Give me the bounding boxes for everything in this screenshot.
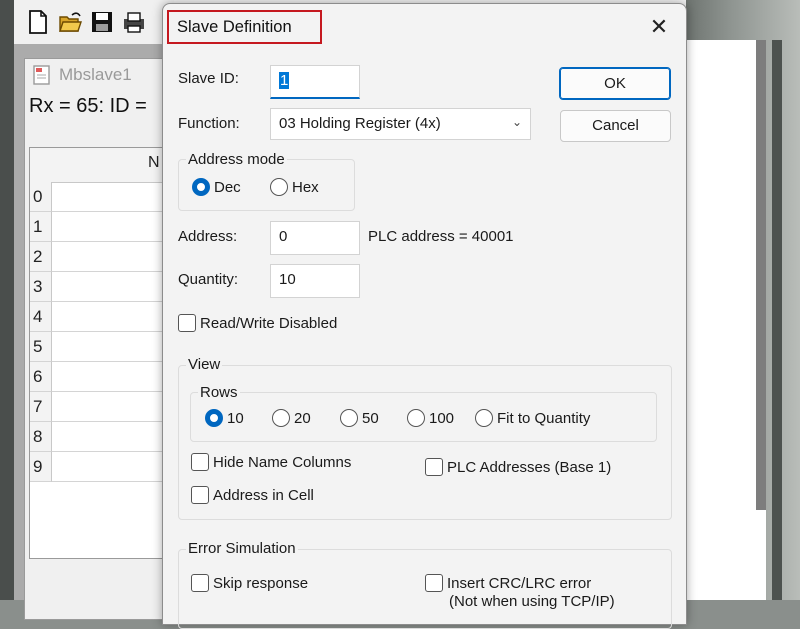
radio-rows-10-label: 10 <box>227 409 244 427</box>
grid-row-number[interactable]: 9 <box>30 452 52 482</box>
slave-id-value: 1 <box>279 72 290 89</box>
radio-rows-100-label: 100 <box>429 409 455 427</box>
insert-crc-label: Insert CRC/LRC error <box>447 574 592 592</box>
radio-rows-20-label: 20 <box>294 409 311 427</box>
radio-dot-selected <box>192 178 210 196</box>
skip-response-label: Skip response <box>213 574 309 592</box>
grid-row-number[interactable]: 4 <box>30 302 52 332</box>
radio-rows-50-label: 50 <box>362 409 379 427</box>
radio-rows-10[interactable]: 10 <box>205 409 244 427</box>
toolbar <box>14 0 174 45</box>
radio-rows-100[interactable]: 100 <box>407 409 454 427</box>
address-input[interactable]: 0 <box>270 221 360 255</box>
skip-response-checkbox[interactable]: Skip response <box>191 574 308 592</box>
open-folder-icon[interactable] <box>58 9 82 35</box>
plc-addresses-label: PLC Addresses (Base 1) <box>447 458 612 476</box>
close-icon[interactable]: ✕ <box>644 12 674 42</box>
grid-header-name: N <box>148 154 160 171</box>
right-panel <box>686 0 800 600</box>
grid-row-number[interactable]: 1 <box>30 212 52 242</box>
radio-dot <box>272 409 290 427</box>
hide-name-columns-checkbox[interactable]: Hide Name Columns <box>191 453 351 471</box>
read-write-disabled-checkbox[interactable]: Read/Write Disabled <box>178 314 337 332</box>
rows-label: Rows <box>198 384 240 401</box>
radio-rows-fit[interactable]: Fit to Quantity <box>475 409 590 427</box>
function-select[interactable]: 03 Holding Register (4x) ⌄ <box>270 108 531 140</box>
radio-rows-fit-label: Fit to Quantity <box>497 409 591 427</box>
grid-row-number[interactable]: 3 <box>30 272 52 302</box>
chevron-down-icon: ⌄ <box>511 115 522 129</box>
checkbox-box <box>191 574 209 592</box>
checkbox-box <box>191 453 209 471</box>
quantity-input[interactable]: 10 <box>270 264 360 298</box>
address-mode-label: Address mode <box>186 151 287 168</box>
quantity-label: Quantity: <box>178 271 239 288</box>
plc-addresses-checkbox[interactable]: PLC Addresses (Base 1) <box>425 458 611 476</box>
grid-row-number[interactable]: 7 <box>30 392 52 422</box>
radio-dec-label: Dec <box>214 178 241 196</box>
checkbox-box <box>425 458 443 476</box>
grid-row-number[interactable]: 0 <box>30 182 52 212</box>
ok-button[interactable]: OK <box>559 67 671 100</box>
read-write-disabled-label: Read/Write Disabled <box>200 314 338 332</box>
plc-address-note: PLC address = 40001 <box>368 228 514 245</box>
radio-rows-50[interactable]: 50 <box>340 409 379 427</box>
function-label: Function: <box>178 115 240 132</box>
grid-row-number[interactable]: 8 <box>30 422 52 452</box>
address-in-cell-label: Address in Cell <box>213 486 314 504</box>
slave-id-input[interactable]: 1 <box>270 65 360 99</box>
radio-dec[interactable]: Dec <box>192 178 241 196</box>
child-window-titlebar[interactable]: Mbslave1 <box>31 63 132 87</box>
status-line: Rx = 65: ID = <box>29 95 147 117</box>
radio-dot <box>270 178 288 196</box>
grid-row-number[interactable]: 5 <box>30 332 52 362</box>
checkbox-box <box>425 574 443 592</box>
left-edge <box>0 0 14 600</box>
dialog-title: Slave Definition <box>167 10 322 44</box>
radio-dot <box>340 409 358 427</box>
insert-crc-checkbox[interactable]: Insert CRC/LRC error <box>425 574 591 592</box>
radio-hex[interactable]: Hex <box>270 178 319 196</box>
slave-definition-dialog: Slave Definition ✕ Slave ID: 1 Function:… <box>162 3 687 629</box>
print-icon[interactable] <box>122 9 146 35</box>
slave-id-label: Slave ID: <box>178 70 239 87</box>
checkbox-box <box>191 486 209 504</box>
radio-hex-label: Hex <box>292 178 319 196</box>
error-simulation-label: Error Simulation <box>186 540 298 557</box>
checkbox-box <box>178 314 196 332</box>
child-window-title: Mbslave1 <box>59 65 132 84</box>
document-icon <box>33 65 50 85</box>
right-edge-strip <box>772 40 782 600</box>
function-select-value: 03 Holding Register (4x) <box>279 115 441 132</box>
radio-dot-selected <box>205 409 223 427</box>
radio-dot <box>475 409 493 427</box>
view-label: View <box>186 356 223 373</box>
right-panel-column <box>686 40 766 600</box>
radio-rows-20[interactable]: 20 <box>272 409 311 427</box>
vertical-scrollbar[interactable] <box>756 40 766 510</box>
insert-crc-note: (Not when using TCP/IP) <box>449 593 615 610</box>
save-icon[interactable] <box>90 9 114 35</box>
address-in-cell-checkbox[interactable]: Address in Cell <box>191 486 314 504</box>
radio-dot <box>407 409 425 427</box>
address-label: Address: <box>178 228 238 245</box>
new-file-icon[interactable] <box>26 9 50 35</box>
cancel-button[interactable]: Cancel <box>560 110 671 142</box>
hide-name-columns-label: Hide Name Columns <box>213 453 352 471</box>
grid-row-number[interactable]: 6 <box>30 362 52 392</box>
grid-row-number[interactable]: 2 <box>30 242 52 272</box>
